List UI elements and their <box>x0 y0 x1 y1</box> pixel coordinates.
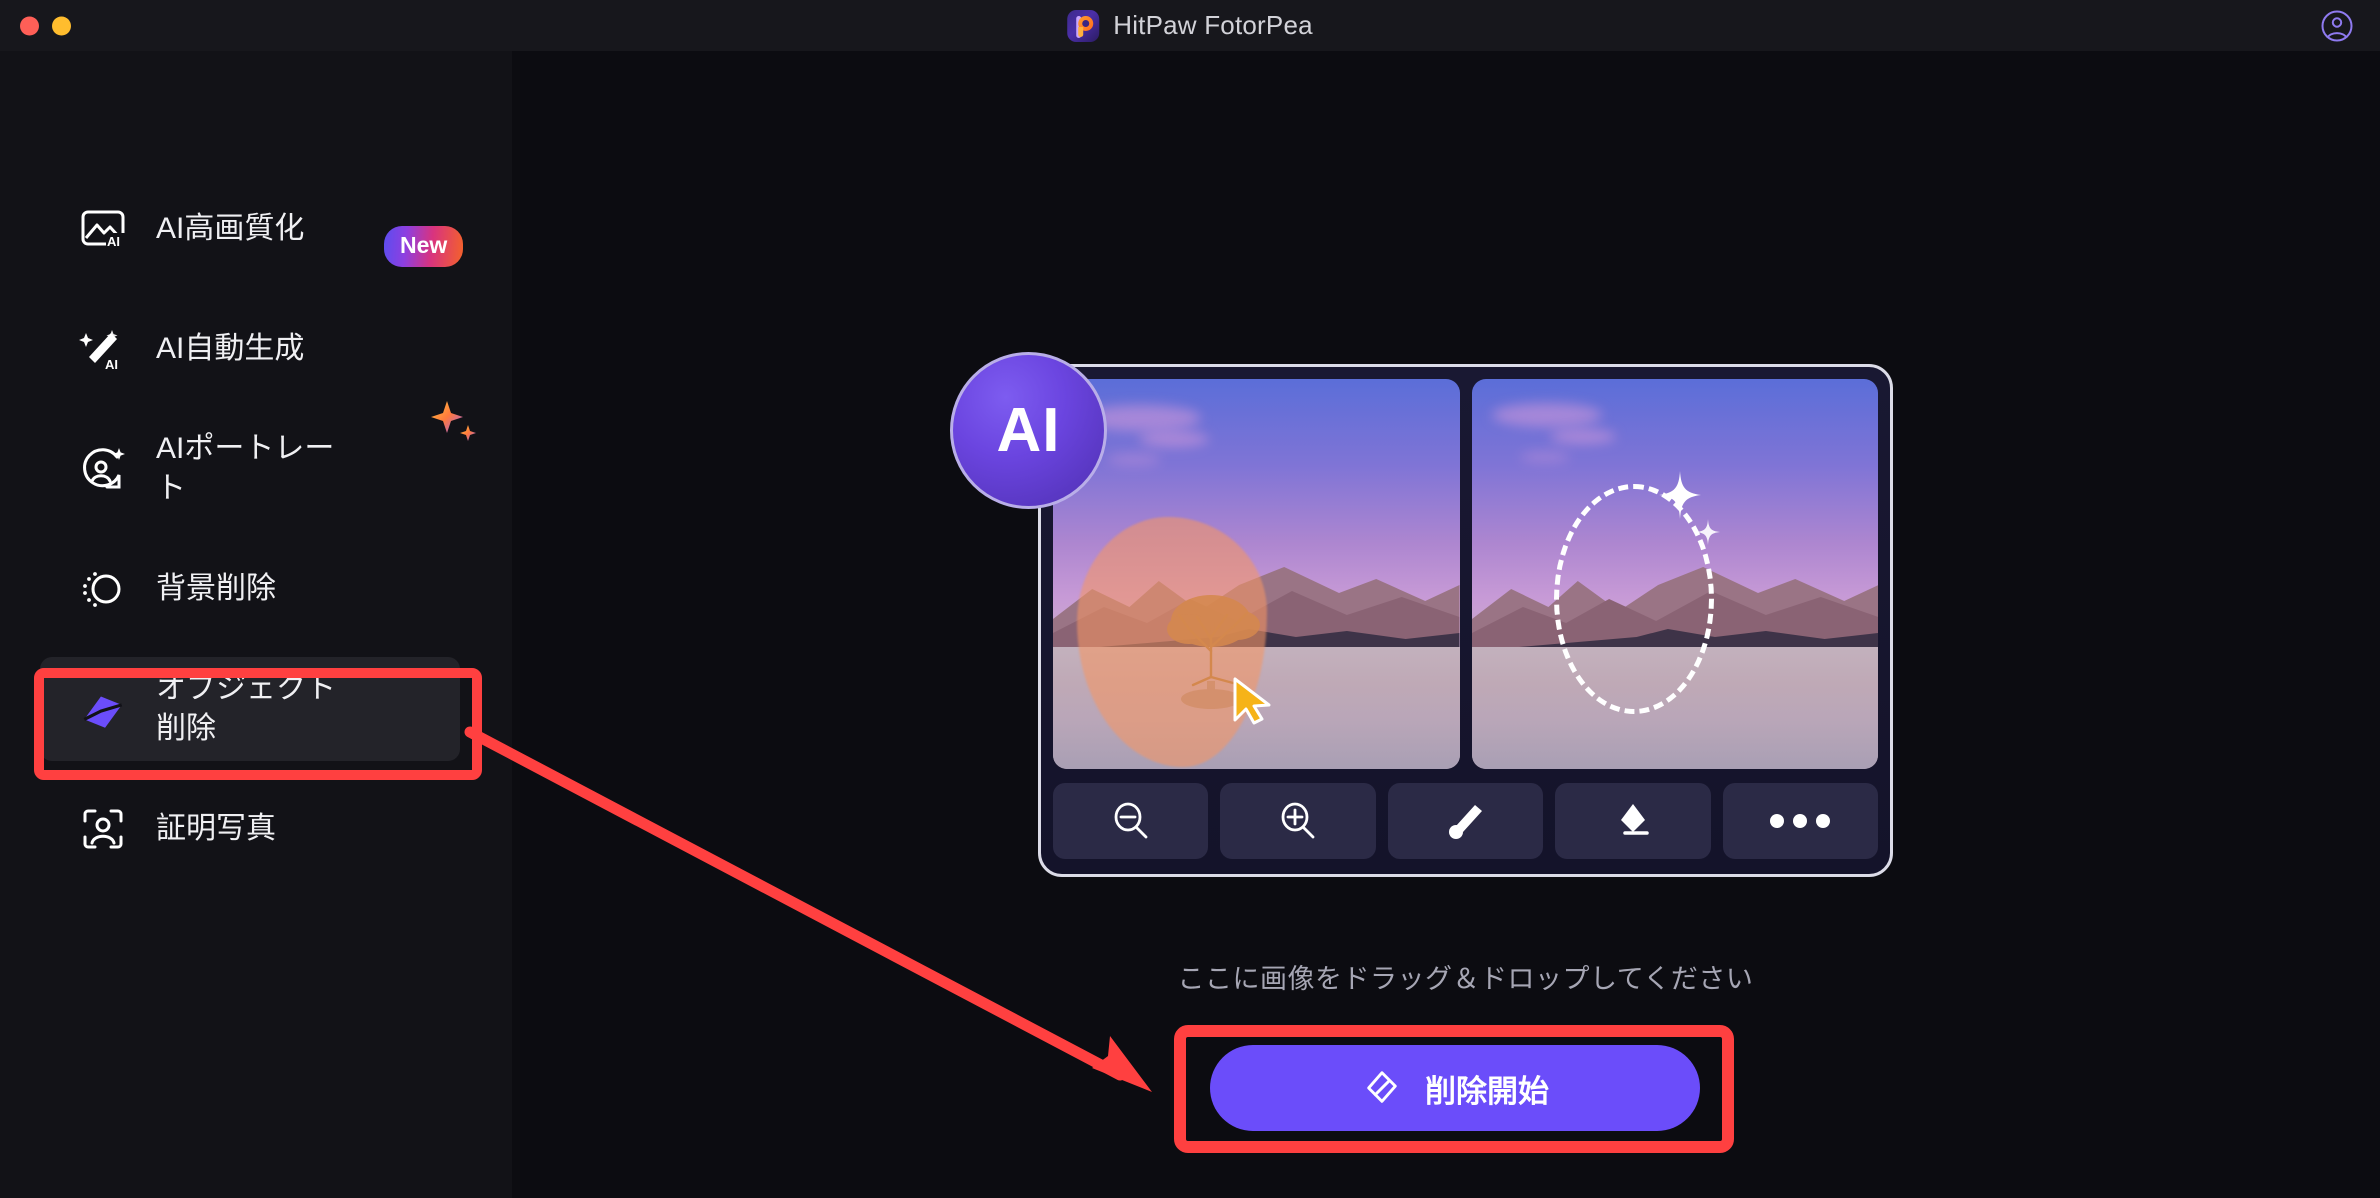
zoom-in-button[interactable] <box>1220 783 1376 859</box>
magic-wand-ai-icon: AI <box>78 324 128 374</box>
ellipsis-icon <box>1770 814 1831 828</box>
start-removal-button[interactable]: 削除開始 <box>1210 1045 1700 1131</box>
preview-card <box>1038 364 1893 877</box>
sparkle-icon <box>430 399 480 449</box>
title-bar: HitPaw FotorPea <box>0 0 2380 51</box>
sidebar-item-label: AIポートレート <box>156 432 335 505</box>
traffic-lights <box>20 16 103 35</box>
more-button[interactable] <box>1722 783 1879 859</box>
app-title: HitPaw FotorPea <box>1113 10 1313 40</box>
sparkle-small-icon <box>1695 519 1720 545</box>
brush-icon <box>1448 805 1482 839</box>
close-window-button[interactable] <box>20 16 39 35</box>
sidebar-item-label: AI高画質化 <box>156 212 305 246</box>
start-removal-label: 削除開始 <box>1425 1073 1549 1109</box>
portrait-ai-icon <box>78 444 128 494</box>
pointer-cursor-icon <box>1231 676 1275 726</box>
sidebar-item-ai-generate[interactable]: AI AI自動生成 <box>0 289 512 409</box>
before-after-pair <box>1053 379 1878 769</box>
eraser-button[interactable] <box>1555 783 1711 859</box>
drop-hint-text: ここに画像をドラッグ＆ドロップしてください <box>1177 964 1754 994</box>
sidebar-item-background-removal[interactable]: 背景削除 <box>0 529 512 649</box>
sidebar-nav: AI AI高画質化 AI AI自動生成 AIポートレート 背景削除 オブジェクト… <box>0 169 512 889</box>
ai-badge: AI <box>950 352 1107 509</box>
image-ai-icon: AI <box>78 204 128 254</box>
preview-toolbar <box>1053 783 1879 859</box>
zoom-out-button[interactable] <box>1053 783 1209 859</box>
eraser-icon <box>1367 1071 1397 1103</box>
svg-text:AI: AI <box>107 234 120 249</box>
sparkle-large-icon <box>1658 471 1701 519</box>
app-title-group: HitPaw FotorPea <box>1067 9 1313 42</box>
hitpaw-app-icon <box>1067 9 1100 42</box>
sidebar-item-id-photo[interactable]: 証明写真 <box>0 769 512 889</box>
svg-text:AI: AI <box>105 357 118 372</box>
start-removal-button-wrap: 削除開始 <box>1210 1045 1700 1131</box>
sidebar-item-object-removal[interactable]: オブジェクト削除 <box>0 649 512 769</box>
sidebar-item-label: AI自動生成 <box>156 332 305 366</box>
minimize-window-button[interactable] <box>52 16 71 35</box>
ai-badge-label: AI <box>996 396 1061 465</box>
sidebar-item-label: 証明写真 <box>156 812 276 846</box>
after-image[interactable] <box>1471 379 1878 769</box>
account-circle-icon[interactable] <box>2320 9 2354 43</box>
magnifier-minus-icon <box>1114 802 1148 839</box>
sidebar-item-label: 背景削除 <box>156 572 276 606</box>
badge-new: New <box>384 226 464 267</box>
background-remove-icon <box>78 564 128 614</box>
eraser-tool-icon <box>1620 804 1649 835</box>
magnifier-plus-icon <box>1281 802 1315 839</box>
brush-button[interactable] <box>1387 783 1544 859</box>
sidebar: New AI AI高画質化 AI AI自動生成 AIポートレート 背景削除 オブ… <box>0 51 512 1198</box>
id-photo-icon <box>78 804 128 854</box>
app-window: HitPaw FotorPea New AI AI高画質化 AI AI自動生成 … <box>0 0 2380 1198</box>
eraser-icon <box>78 684 128 734</box>
before-image[interactable] <box>1053 379 1460 769</box>
sidebar-item-label: オブジェクト削除 <box>156 672 336 745</box>
